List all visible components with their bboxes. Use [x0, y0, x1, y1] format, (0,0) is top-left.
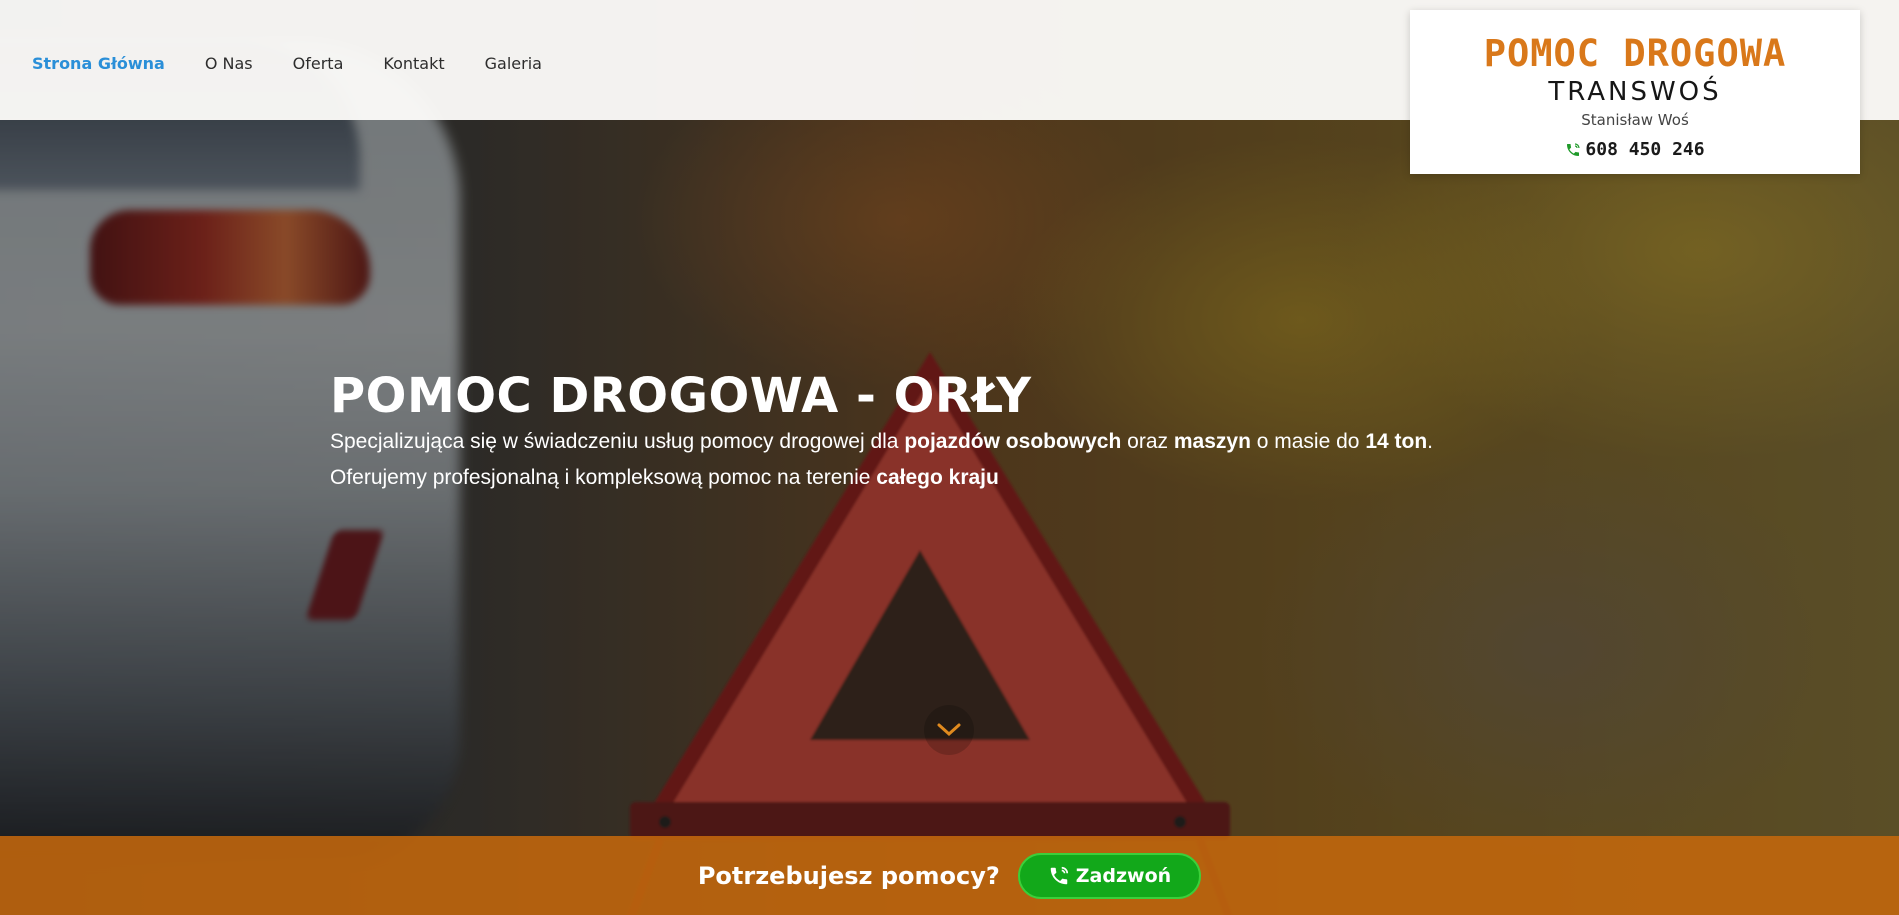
hero-description-2: Oferujemy profesjonalną i kompleksową po… [330, 466, 999, 489]
hero-title: POMOC DROGOWA - ORŁY [330, 368, 1032, 424]
phone-icon [1567, 142, 1580, 156]
chevron-down-icon [937, 723, 961, 737]
hero-content: POMOC DROGOWA - ORŁY Specjalizująca się … [330, 368, 1433, 496]
logo-phone-number: 608 450 246 [1585, 139, 1705, 160]
main-nav: Strona Główna O Nas Oferta Kontakt Galer… [32, 54, 542, 73]
call-button[interactable]: Zadzwoń [1017, 852, 1202, 899]
hero-description-1: Specjalizująca się w świadczeniu usług p… [330, 430, 1433, 453]
logo-phone[interactable]: 608 450 246 [1565, 139, 1705, 160]
call-button-label: Zadzwoń [1075, 864, 1172, 887]
hero-highlight-tonnage: 14 ton [1365, 430, 1428, 453]
logo-card[interactable]: POMOC DROGOWA TRANSWOŚ Stanisław Woś 608… [1410, 10, 1860, 174]
nav-item-home[interactable]: Strona Główna [32, 54, 165, 73]
hero-highlight-country: całego kraju [876, 466, 999, 489]
hero-highlight-passenger: pojazdów osobowych [904, 430, 1122, 453]
nav-item-contact[interactable]: Kontakt [383, 54, 444, 73]
logo-title: POMOC DROGOWA [1483, 32, 1787, 75]
hero-highlight-machines: maszyn [1173, 430, 1251, 453]
nav-item-offer[interactable]: Oferta [293, 54, 344, 73]
cta-bar: Potrzebujesz pomocy? Zadzwoń [0, 836, 1899, 915]
logo-subtitle: TRANSWOŚ [1548, 77, 1722, 107]
cta-question: Potrzebujesz pomocy? [697, 861, 1000, 890]
nav-item-gallery[interactable]: Galeria [485, 54, 542, 73]
phone-call-icon [1050, 866, 1068, 884]
nav-item-about[interactable]: O Nas [205, 54, 253, 73]
scroll-down-button[interactable] [924, 705, 974, 755]
logo-owner: Stanisław Woś [1581, 111, 1689, 129]
